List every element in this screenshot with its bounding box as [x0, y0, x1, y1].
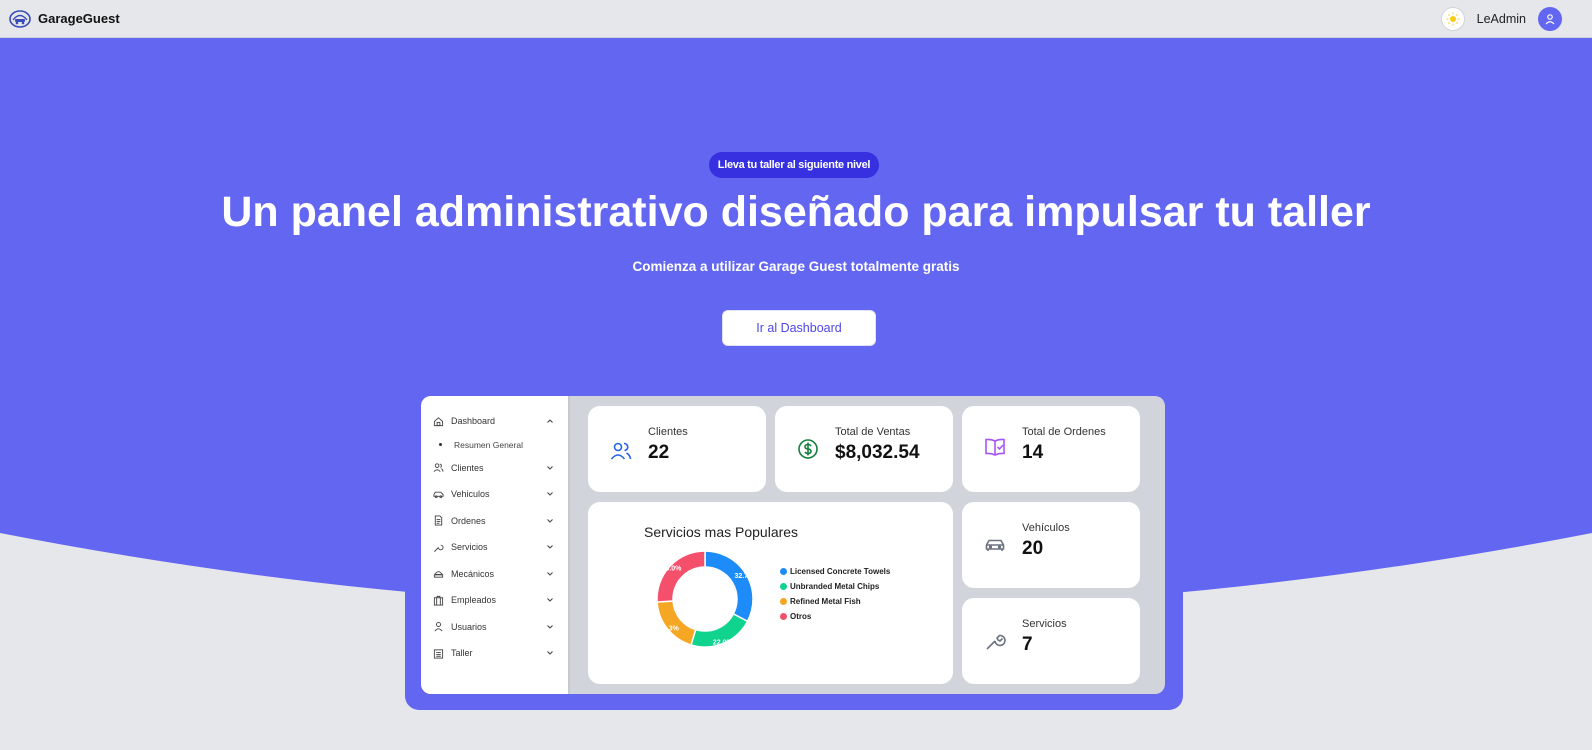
sidebar-item-taller[interactable]: Taller	[421, 640, 568, 667]
wrench-icon	[434, 544, 444, 552]
sidebar-item-mecanicos[interactable]: Mecánicos	[421, 561, 568, 588]
brand-name: GarageGuest	[38, 11, 120, 26]
chart-title: Servicios mas Populares	[644, 524, 799, 540]
legend-label: Refined Metal Fish	[790, 597, 861, 606]
stat-label: Total de Ventas	[835, 426, 911, 438]
home-icon	[433, 416, 444, 426]
stat-card-ordenes: Total de Ordenes 14	[962, 406, 1140, 492]
stat-value: $8,032.54	[835, 442, 920, 463]
dollar-icon	[798, 439, 818, 459]
stat-card-vehiculos: Vehículos 20	[962, 502, 1140, 588]
sidebar-item-ordenes[interactable]: Ordenes	[421, 508, 568, 535]
slice-label: 32.7%	[734, 573, 755, 580]
chart-legend: Licensed Concrete Towels Unbranded Metal …	[780, 564, 890, 624]
dashboard-preview: Dashboard Resumen General Clientes Vehic…	[405, 380, 1183, 710]
hero-headline: Un panel administrativo diseñado para im…	[221, 188, 1371, 236]
stat-value: 14	[1022, 442, 1044, 463]
pie-slice[interactable]	[656, 550, 706, 603]
chevron-down-icon	[547, 571, 553, 576]
legend-item[interactable]: Refined Metal Fish	[780, 594, 890, 609]
sidebar-item-label: Usuarios	[451, 621, 487, 632]
users-icon	[433, 463, 444, 473]
legend-swatch	[780, 583, 787, 590]
stat-card-ventas: Total de Ventas $8,032.54	[775, 406, 953, 492]
building-icon	[433, 595, 444, 606]
user-avatar[interactable]	[1538, 7, 1562, 31]
hero-subline: Comienza a utilizar Garage Guest totalme…	[632, 259, 960, 274]
sidebar-item-label: Clientes	[451, 462, 484, 473]
legend-item[interactable]: Licensed Concrete Towels	[780, 564, 890, 579]
chevron-down-icon	[547, 624, 553, 629]
brand[interactable]: GarageGuest	[8, 8, 120, 30]
stat-card-servicios: Servicios 7	[962, 598, 1140, 684]
stat-value: 20	[1022, 538, 1044, 559]
sidebar-item-usuarios[interactable]: Usuarios	[421, 614, 568, 641]
chevron-down-icon	[547, 518, 553, 523]
wrench-icon	[986, 634, 1006, 650]
chevron-down-icon	[547, 492, 553, 496]
user-name[interactable]: LeAdmin	[1477, 12, 1526, 26]
legend-item[interactable]: Otros	[780, 609, 890, 624]
sidebar-item-vehiculos[interactable]: Vehiculos	[421, 481, 568, 508]
bullet-icon	[439, 443, 442, 446]
chevron-up-icon	[547, 419, 553, 423]
chevron-down-icon	[547, 465, 553, 470]
sidebar-item-label: Servicios	[451, 542, 488, 553]
sidebar-item-label: Empleados	[451, 595, 497, 606]
slice-label: 22.0%	[713, 639, 734, 646]
legend-label: Otros	[790, 612, 812, 621]
legend-swatch	[780, 613, 787, 620]
pie-slice[interactable]	[704, 550, 754, 623]
mechanic-icon	[433, 571, 444, 578]
sidebar-item-empleados[interactable]: Empleados	[421, 587, 568, 614]
slice-label: 19.3%	[659, 626, 680, 633]
stat-card-clientes: Clientes 22	[588, 406, 766, 492]
user-icon	[1545, 14, 1555, 25]
preview-sidebar: Dashboard Resumen General Clientes Vehic…	[421, 396, 570, 694]
legend-label: Unbranded Metal Chips	[790, 582, 880, 591]
legend-swatch	[780, 568, 787, 575]
go-to-dashboard-button[interactable]: Ir al Dashboard	[722, 310, 876, 346]
top-navbar: GarageGuest LeAdmin	[0, 0, 1592, 38]
document-icon	[434, 515, 443, 526]
legend-item[interactable]: Unbranded Metal Chips	[780, 579, 890, 594]
chevron-down-icon	[547, 651, 553, 655]
user-icon	[434, 622, 443, 632]
legend-swatch	[780, 598, 787, 605]
chevron-down-icon	[547, 545, 553, 549]
book-check-icon	[985, 438, 1005, 456]
sidebar-item-label: Taller	[451, 648, 473, 659]
theme-toggle-button[interactable]	[1440, 7, 1465, 31]
garage-icon	[433, 649, 444, 659]
sidebar-item-dashboard[interactable]: Dashboard	[421, 408, 568, 435]
sidebar-item-clientes[interactable]: Clientes	[421, 455, 568, 482]
car-icon	[985, 539, 1005, 551]
users-icon	[610, 442, 632, 460]
sidebar-item-label: Mecánicos	[451, 568, 495, 579]
stat-value: 7	[1022, 634, 1033, 655]
stat-label: Servicios	[1022, 618, 1067, 630]
tagline-badge: Lleva tu taller al siguiente nivel	[709, 152, 879, 178]
stat-label: Vehículos	[1022, 522, 1070, 534]
sidebar-subitem-label: Resumen General	[454, 439, 523, 450]
slice-label: 26.0%	[662, 566, 683, 573]
sidebar-item-servicios[interactable]: Servicios	[421, 534, 568, 561]
sidebar-subitem-resumen[interactable]: Resumen General	[421, 435, 568, 455]
sidebar-item-label: Vehiculos	[451, 489, 490, 500]
chevron-down-icon	[547, 598, 553, 602]
sidebar-item-label: Dashboard	[451, 416, 496, 427]
garage-logo-icon	[9, 9, 31, 28]
sidebar-item-label: Ordenes	[451, 515, 486, 526]
stat-label: Total de Ordenes	[1022, 426, 1106, 438]
stat-label: Clientes	[648, 426, 688, 438]
donut-chart: 32.7% 22.0% 19.3% 26.0%	[656, 550, 755, 648]
car-icon	[433, 491, 444, 498]
pie-slice[interactable]	[656, 600, 697, 646]
chart-card: Servicios mas Populares 32.7% 22.0% 19.3% 2…	[588, 502, 953, 684]
legend-label: Licensed Concrete Towels	[790, 567, 891, 576]
stat-value: 22	[648, 442, 670, 463]
sun-icon	[1446, 12, 1460, 26]
